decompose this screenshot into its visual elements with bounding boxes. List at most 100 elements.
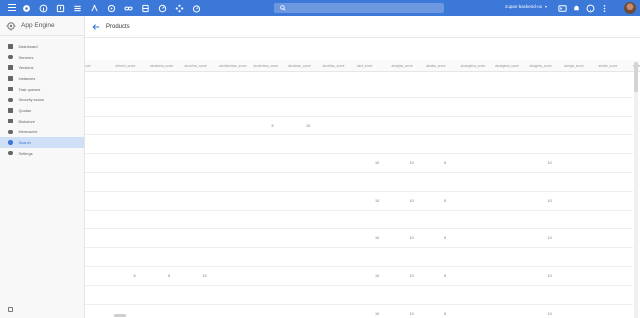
instances-icon bbox=[8, 76, 13, 81]
gauge-icon[interactable] bbox=[157, 3, 167, 13]
sidebar-item-label: Settings bbox=[18, 150, 33, 156]
page-header: Products bbox=[85, 16, 640, 38]
table-row-divider bbox=[85, 134, 633, 136]
sidebar-item-task-queues[interactable]: Task queues bbox=[0, 84, 84, 95]
table-cell: 5 bbox=[271, 123, 274, 128]
sidebar-item-memcache[interactable]: Memcache bbox=[0, 127, 84, 138]
scrollbar-thumb[interactable] bbox=[634, 62, 638, 92]
documents-table: _score aliment_score alcaesma_score alcoolm… bbox=[85, 38, 640, 318]
flow-icon[interactable] bbox=[174, 3, 184, 13]
table-cell: 5 bbox=[444, 198, 447, 203]
table-row-divider bbox=[85, 96, 633, 98]
table-cell: 5 bbox=[133, 274, 136, 278]
sidebar-nav: Dashboard Services Versions Instances Task q… bbox=[0, 36, 84, 159]
timer-icon[interactable] bbox=[191, 3, 201, 13]
column-header[interactable]: alcede_score bbox=[599, 64, 618, 68]
database-icon[interactable] bbox=[140, 3, 150, 13]
sidebar-header: App Engine bbox=[0, 16, 84, 36]
table-row-divider bbox=[85, 303, 633, 305]
table-cell: 10 bbox=[202, 274, 207, 278]
table-cell: 5 bbox=[168, 274, 171, 278]
table-cell: 10 bbox=[409, 198, 414, 203]
project-selector[interactable]: zupan-backend-ox bbox=[505, 4, 548, 9]
column-header[interactable]: alcd_score bbox=[357, 64, 372, 68]
sidebar-item-services[interactable]: Services bbox=[0, 52, 84, 63]
help-icon[interactable] bbox=[585, 3, 595, 13]
table-cell: 10 bbox=[547, 161, 552, 166]
column-header[interactable]: alcobissu_score bbox=[288, 64, 311, 68]
avatar[interactable] bbox=[624, 2, 636, 14]
hamburger-menu-button[interactable] bbox=[8, 4, 16, 12]
dashboard-icon[interactable] bbox=[72, 3, 82, 13]
column-header[interactable]: alcaegiima_score bbox=[461, 64, 486, 68]
sidebar-item-label: Blobstore bbox=[18, 118, 35, 124]
settings-icon bbox=[8, 150, 13, 156]
apps-icon[interactable] bbox=[21, 3, 31, 13]
vertical-scrollbar[interactable] bbox=[634, 62, 638, 318]
more-icon[interactable] bbox=[599, 3, 609, 13]
sidebar-item-security-scans[interactable]: Security scans bbox=[0, 94, 84, 105]
sidebar-item-search[interactable]: Search bbox=[0, 137, 84, 148]
table-header: _score aliment_score alcaesma_score alcoolm… bbox=[85, 60, 640, 72]
column-header[interactable]: alcalas_score bbox=[426, 64, 446, 68]
collapse-sidebar-icon[interactable] bbox=[8, 307, 13, 312]
terminal-icon[interactable] bbox=[557, 3, 567, 13]
sidebar-item-versions[interactable]: Versions bbox=[0, 62, 84, 73]
column-header[interactable]: _score bbox=[85, 64, 91, 68]
sidebar-item-label: Dashboard bbox=[18, 43, 38, 49]
table-cell: 10 bbox=[375, 274, 380, 278]
sidebar-item-instances[interactable]: Instances bbox=[0, 73, 84, 84]
horizontal-scrollbar-thumb[interactable] bbox=[114, 314, 126, 317]
link-icon[interactable] bbox=[123, 3, 133, 13]
column-header[interactable]: alcoflacmtao_score bbox=[219, 64, 246, 68]
top-app-bar: zupan-backend-ox bbox=[0, 0, 640, 16]
column-header[interactable]: alcoolmo_score bbox=[185, 64, 207, 68]
column-header[interactable]: alcagimu_score bbox=[530, 64, 552, 68]
back-button[interactable] bbox=[92, 23, 101, 31]
sidebar-item-label: Versions bbox=[18, 65, 34, 71]
search-icon bbox=[280, 5, 286, 11]
sidebar: App Engine Dashboard Services Versions Inst… bbox=[0, 16, 85, 318]
column-header[interactable]: alcaegima_score bbox=[495, 64, 519, 68]
table-cell: 10 bbox=[375, 198, 380, 203]
table-row-divider bbox=[85, 228, 633, 230]
column-header[interactable]: alcaesma_score bbox=[150, 64, 173, 68]
column-header[interactable]: alcegisa_score bbox=[392, 64, 413, 68]
sidebar-item-label: Security scans bbox=[18, 97, 44, 103]
table-cell: 5 bbox=[444, 161, 447, 166]
sidebar-item-settings[interactable]: Settings bbox=[0, 148, 84, 159]
sidebar-item-blobstore[interactable]: Blobstore bbox=[0, 116, 84, 127]
table-cell: 5 bbox=[444, 311, 447, 316]
column-header[interactable]: alcegia_score bbox=[564, 64, 584, 68]
sidebar-item-label: Task queues bbox=[18, 86, 41, 92]
table-row-divider bbox=[85, 209, 633, 211]
services-icon bbox=[8, 54, 13, 60]
table-row-divider bbox=[85, 153, 633, 155]
search-icon bbox=[8, 140, 13, 145]
sidebar-item-quotas[interactable]: Quotas bbox=[0, 105, 84, 116]
sidebar-item-dashboard[interactable]: Dashboard bbox=[0, 41, 84, 52]
routing-icon[interactable] bbox=[89, 3, 99, 13]
info-icon[interactable] bbox=[38, 3, 48, 13]
table-row-divider bbox=[85, 115, 633, 117]
table-row-divider bbox=[85, 247, 633, 249]
alert-icon[interactable] bbox=[55, 3, 65, 13]
versions-icon bbox=[8, 65, 13, 70]
blobstore-icon bbox=[8, 118, 13, 124]
toolbar-actions bbox=[557, 3, 613, 13]
table-cell: 5 bbox=[444, 236, 447, 241]
column-header[interactable]: alcobiisu_score bbox=[323, 64, 345, 68]
table-cell: 10 bbox=[375, 236, 380, 241]
table-cell: 10 bbox=[547, 198, 552, 203]
column-header[interactable]: alcobeissa_score bbox=[254, 64, 279, 68]
column-header[interactable]: aliment_score bbox=[116, 64, 136, 68]
arrow-back-icon bbox=[92, 23, 100, 30]
rocket-icon[interactable] bbox=[106, 3, 116, 13]
search-input[interactable] bbox=[274, 3, 444, 13]
sidebar-item-label: Memcache bbox=[18, 129, 38, 135]
notifications-icon[interactable] bbox=[571, 3, 581, 13]
quotas-icon bbox=[8, 108, 13, 113]
page-title: Products bbox=[106, 23, 130, 30]
table-row-divider bbox=[85, 266, 633, 267]
table-row-divider bbox=[85, 172, 633, 173]
